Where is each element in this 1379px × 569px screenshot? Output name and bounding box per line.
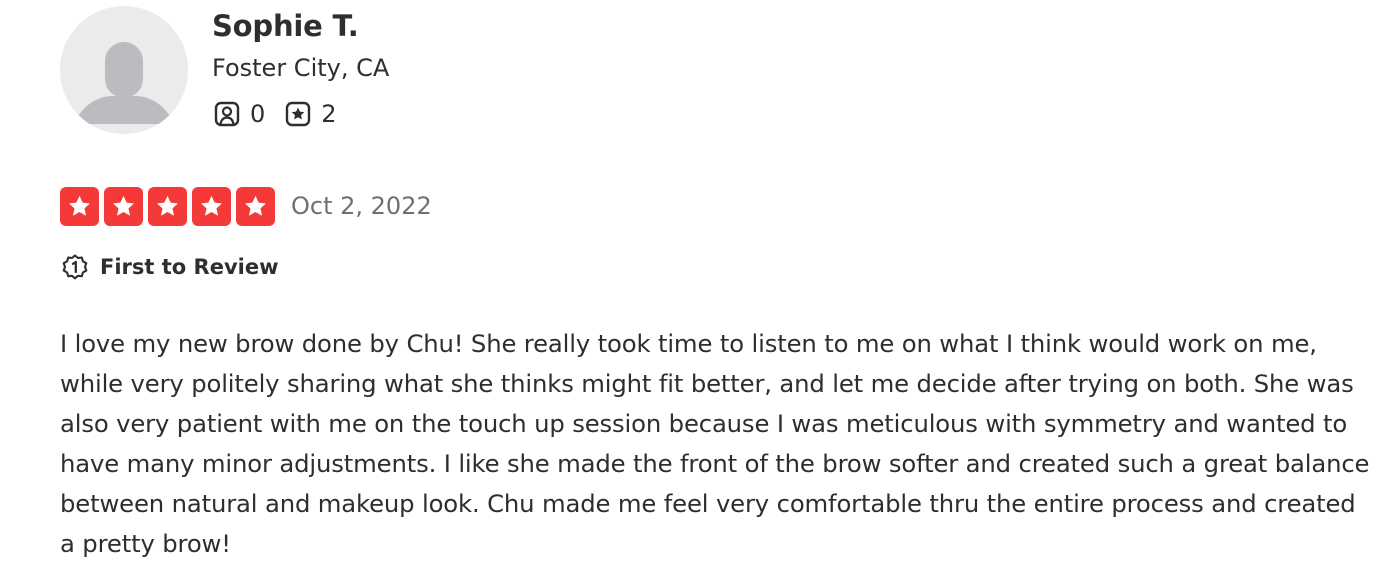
friends-stat: 0 [212,99,265,129]
star-icon [192,186,231,226]
user-name[interactable]: Sophie T. [212,6,389,46]
star-icon [236,186,275,226]
user-location: Foster City, CA [212,54,390,82]
first-to-review-icon [60,252,90,282]
user-stats: 0 2 [212,94,389,134]
star-rating [60,186,275,226]
star-icon [60,186,99,226]
star-icon [104,186,143,226]
reviews-count: 2 [321,100,337,128]
default-user-avatar-icon [60,6,188,134]
review-card: Sophie T. Foster City, CA 0 2 Oct 2, 202… [0,0,1379,569]
reviews-stat: 2 [283,99,337,129]
user-info: Sophie T. Foster City, CA 0 2 [212,6,389,134]
badge-label: First to Review [100,255,279,279]
star-icon [148,186,187,226]
first-to-review-badge: First to Review [60,250,278,284]
reviews-icon [283,99,313,129]
review-date: Oct 2, 2022 [291,192,432,220]
review-text: I love my new brow done by Chu! She real… [60,329,1370,558]
friends-count: 0 [250,100,266,128]
rating-row: Oct 2, 2022 [60,186,432,226]
friends-icon [212,99,242,129]
avatar[interactable] [60,6,188,134]
